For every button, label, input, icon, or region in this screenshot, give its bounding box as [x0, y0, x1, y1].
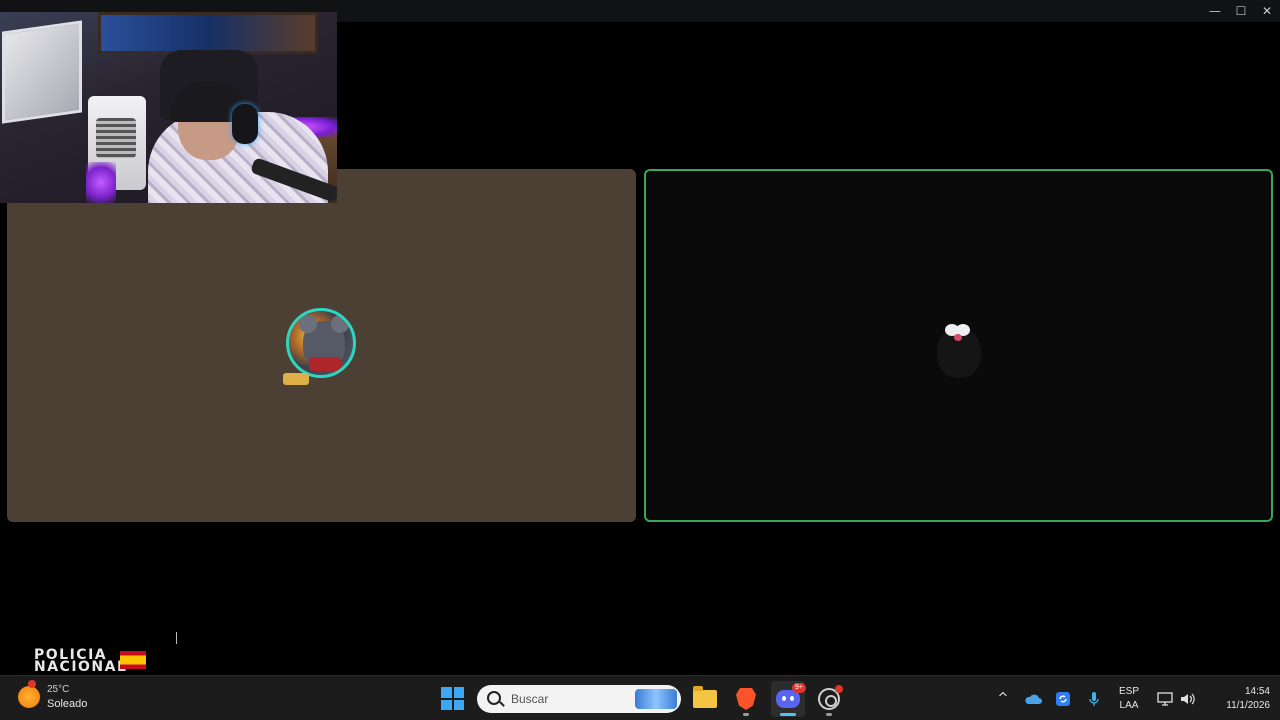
sun-icon — [18, 680, 40, 708]
network-icon[interactable] — [1155, 676, 1175, 720]
input-language[interactable]: ESP LAA — [1115, 685, 1143, 713]
volume-icon[interactable] — [1178, 676, 1198, 720]
active-indicator — [780, 713, 796, 716]
avatar-shirt — [309, 357, 341, 371]
system-clock[interactable]: 14:54 11/1/2026 — [1200, 685, 1270, 713]
search-highlight-image — [635, 689, 677, 709]
webcam-overlay — [0, 12, 337, 203]
logo-line2: NACIONAL — [34, 659, 128, 675]
weather-widget[interactable]: 25°C Soleado — [18, 680, 87, 711]
sync-icon[interactable] — [1053, 676, 1073, 720]
logo-text: POLICIA NACIONAL — [34, 648, 128, 675]
participant-avatar[interactable] — [929, 310, 989, 380]
alert-badge — [28, 680, 36, 688]
headset-icon — [232, 104, 258, 144]
weather-condition: Soleado — [47, 698, 88, 710]
running-indicator — [743, 713, 749, 716]
text-cursor — [176, 632, 177, 644]
participant-avatar[interactable] — [286, 308, 356, 378]
obs-button[interactable] — [815, 685, 843, 713]
spain-flag-icon — [120, 651, 146, 669]
brave-browser-button[interactable] — [732, 685, 760, 713]
windows-icon-tile — [453, 687, 464, 698]
search-box[interactable]: Buscar — [477, 685, 681, 713]
weather-temp: 25°C — [47, 684, 70, 695]
language-code: ESP — [1118, 686, 1139, 697]
microphone-icon[interactable] — [1084, 676, 1104, 720]
brave-icon — [736, 688, 756, 710]
webcam-wall-frame — [98, 12, 318, 54]
show-hidden-icons-chevron[interactable]: ^ — [994, 676, 1012, 720]
close-button[interactable]: ✕ — [1254, 0, 1280, 22]
notification-badge: 9+ — [792, 683, 806, 693]
windows-icon-tile — [453, 699, 464, 710]
participant-tile-right-speaking[interactable] — [644, 169, 1273, 522]
windows-icon-tile — [441, 699, 452, 710]
file-explorer-button[interactable] — [691, 685, 719, 713]
discord-button[interactable]: 9+ — [774, 683, 806, 713]
folder-icon — [693, 686, 717, 708]
clock-time: 14:54 — [1244, 686, 1270, 697]
search-icon — [487, 691, 501, 705]
participant-tile-left[interactable] — [7, 169, 636, 522]
keyboard-layout: LAA — [1119, 700, 1139, 711]
recording-dot — [835, 685, 843, 693]
screen: — ☐ ✕ POLICIA NACIONAL 25°C Soleado Busc… — [0, 0, 1280, 720]
clock-date: 11/1/2026 — [1226, 700, 1270, 711]
window-controls: — ☐ ✕ — [1202, 0, 1280, 22]
maximize-button[interactable]: ☐ — [1228, 0, 1254, 22]
windows-icon[interactable] — [441, 687, 464, 710]
onedrive-icon[interactable] — [1023, 676, 1043, 720]
weather-text: 25°C Soleado — [47, 683, 87, 711]
running-indicator — [826, 713, 832, 716]
windows-icon-tile — [441, 687, 452, 698]
avatar-nose — [954, 334, 962, 341]
taskbar: 25°C Soleado Buscar 9+ ^ ESP LAA 14:54 1… — [0, 675, 1280, 720]
minimize-button[interactable]: — — [1202, 0, 1228, 22]
webcam-led-light — [86, 162, 116, 203]
webcam-window — [2, 20, 82, 124]
search-placeholder: Buscar — [511, 692, 549, 706]
avatar-decoration-badge — [283, 373, 309, 385]
